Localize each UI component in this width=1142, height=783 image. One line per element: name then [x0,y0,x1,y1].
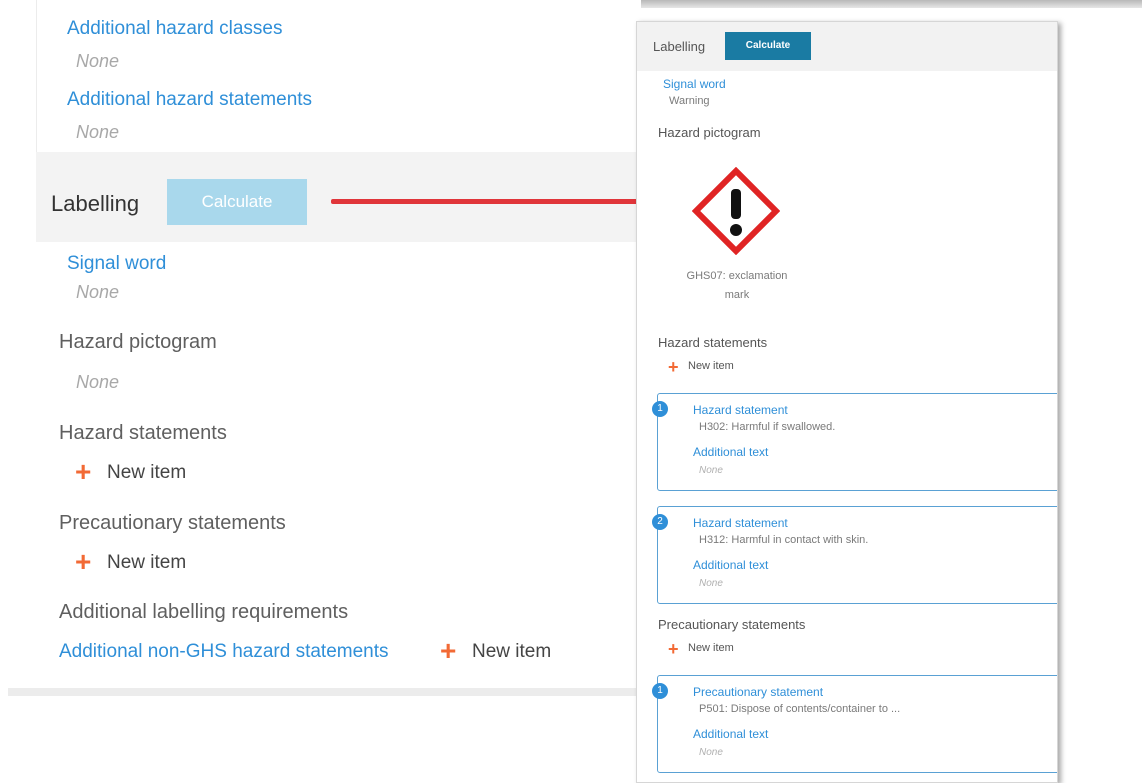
signal-word-label[interactable]: Signal word [663,77,726,91]
additional-hazard-classes-label[interactable]: Additional hazard classes [67,18,282,40]
precautionary-statements-heading: Precautionary statements [658,617,806,632]
precautionary-statements-new-item[interactable]: New item [107,552,186,574]
labelling-title: Labelling [653,39,706,54]
hazard-pictogram-heading: Hazard pictogram [658,125,761,140]
index-badge: 1 [652,683,668,699]
additional-text-label[interactable]: Additional text [693,727,768,741]
additional-text-value: None [699,747,723,758]
hazard-statements-heading: Hazard statements [59,422,227,444]
pictogram-caption-line2: mark [724,289,750,301]
additional-hazard-statements-label[interactable]: Additional hazard statements [67,89,312,111]
additional-hazard-statements-value: None [76,122,120,142]
plus-icon[interactable]: + [668,358,679,376]
hazard-statements-new-item[interactable]: New item [688,360,734,372]
index-badge: 1 [652,401,668,417]
hazard-pictogram-value: None [76,372,120,392]
additional-text-value: None [699,578,723,589]
signal-word-value: None [76,282,120,302]
plus-icon[interactable]: + [668,640,679,658]
precautionary-statement-label[interactable]: Precautionary statement [693,685,823,699]
precautionary-statements-new-item[interactable]: New item [688,642,734,654]
hazard-statements-new-item[interactable]: New item [107,462,186,484]
form-bottom-edge [8,688,640,696]
additional-non-ghs-new-item[interactable]: New item [472,641,551,663]
plus-icon[interactable]: + [75,548,91,576]
additional-text-value: None [699,465,723,476]
hazard-statement-card: 2 Hazard statement H312: Harmful in cont… [652,506,1057,604]
ghs07-exclamation-mark-icon [692,167,780,255]
additional-text-label[interactable]: Additional text [693,558,768,572]
additional-labelling-heading: Additional labelling requirements [59,601,349,623]
precautionary-statement-card: 1 Precautionary statement P501: Dispose … [652,675,1057,773]
calculate-button-disabled[interactable]: Calculate [167,179,307,225]
signal-word-value: Warning [669,95,710,107]
hazard-statement-value: H312: Harmful in contact with skin. [699,534,869,546]
plus-icon[interactable]: + [440,637,456,665]
additional-text-label[interactable]: Additional text [693,445,768,459]
hazard-statements-heading: Hazard statements [658,335,768,350]
pictogram-caption: GHS07: exclamation mark [681,267,793,305]
additional-hazard-classes-value: None [76,51,120,71]
hazard-statement-card: 1 Hazard statement H302: Harmful if swal… [652,393,1057,491]
signal-word-label[interactable]: Signal word [67,253,166,275]
calculate-button[interactable]: Calculate [725,32,811,60]
additional-non-ghs-label[interactable]: Additional non-GHS hazard statements [59,641,389,663]
hazard-pictogram-heading: Hazard pictogram [59,331,217,353]
precautionary-statements-heading: Precautionary statements [59,512,286,534]
hazard-statement-value: H302: Harmful if swallowed. [699,421,836,433]
hazard-statement-label[interactable]: Hazard statement [693,403,788,417]
pictogram-caption-line1: GHS07: exclamation [686,270,788,282]
labelling-form-after: Labelling Calculate Signal word Warning … [636,21,1058,783]
labelling-title: Labelling [51,191,140,216]
precautionary-statement-value: P501: Dispose of contents/container to .… [699,703,901,715]
right-arrow-icon [331,199,651,204]
hazard-statement-label[interactable]: Hazard statement [693,516,788,530]
labelling-form-before: Additional hazard classes None Additiona… [0,0,641,781]
plus-icon[interactable]: + [75,458,91,486]
index-badge: 2 [652,514,668,530]
